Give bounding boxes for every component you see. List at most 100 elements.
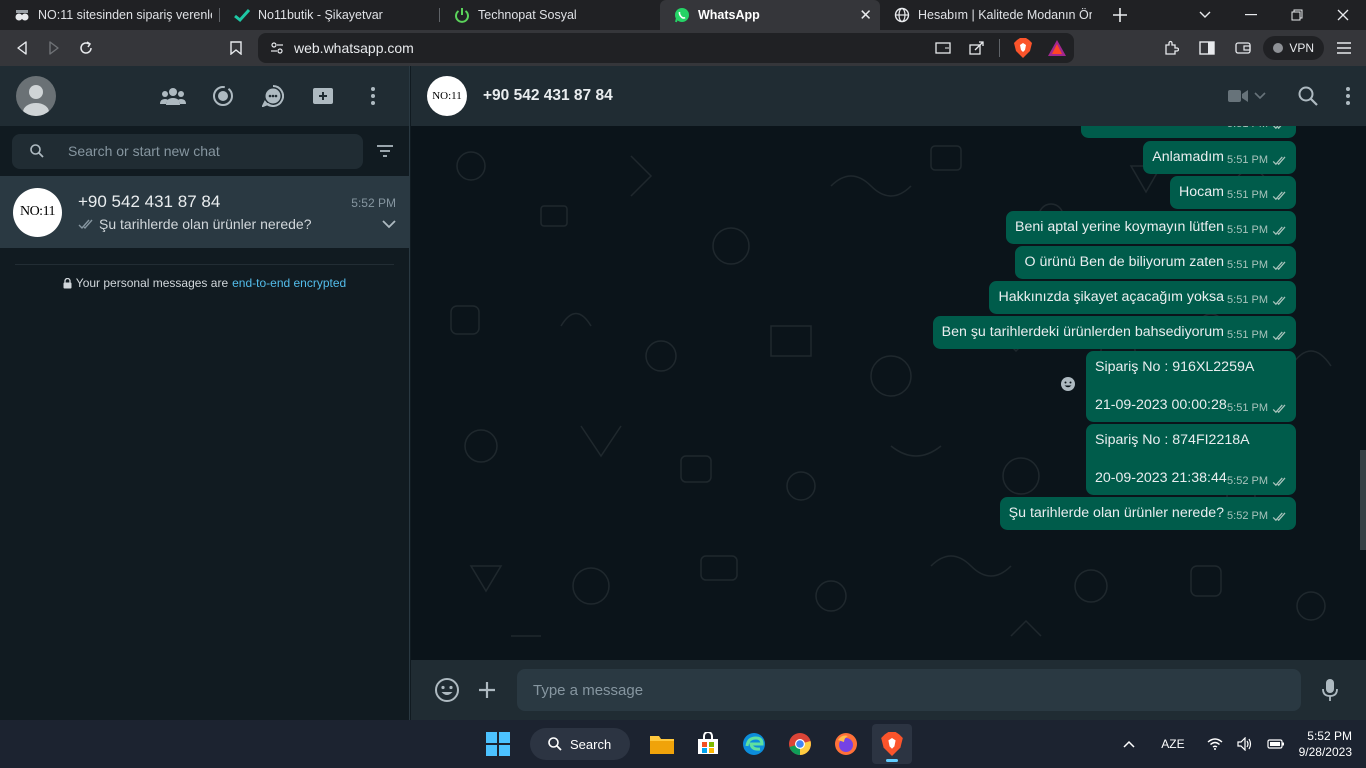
vpn-button[interactable]: VPN bbox=[1263, 36, 1324, 60]
chat-name: +90 542 431 87 84 bbox=[78, 192, 221, 211]
search-input[interactable] bbox=[68, 143, 318, 159]
volume-icon[interactable] bbox=[1237, 737, 1253, 751]
status-icon[interactable] bbox=[203, 76, 243, 116]
chevron-up-icon[interactable] bbox=[1123, 740, 1135, 748]
chat-avatar: NO:11 bbox=[13, 187, 62, 237]
message-text: Hakkınızda şikayet açacağım yoksa bbox=[998, 289, 1224, 305]
search-icon bbox=[548, 737, 562, 751]
double-check-icon bbox=[1272, 330, 1286, 340]
message-bubble-order[interactable]: Sipariş No : 916XL2259A 21-09-2023 00:00… bbox=[1086, 351, 1296, 422]
message-text: Sipariş No : 874FI2218A bbox=[1095, 432, 1250, 448]
brave-shields-icon[interactable] bbox=[1014, 38, 1032, 58]
language-indicator[interactable]: AZE bbox=[1161, 737, 1184, 751]
forward-button[interactable] bbox=[38, 34, 70, 62]
microphone-icon[interactable] bbox=[1310, 670, 1350, 710]
contact-name[interactable]: +90 542 431 87 84 bbox=[483, 87, 613, 105]
channels-icon[interactable] bbox=[253, 76, 293, 116]
double-check-icon bbox=[1272, 260, 1286, 270]
react-emoji-icon[interactable] bbox=[1056, 372, 1080, 396]
new-chat-icon[interactable] bbox=[303, 76, 343, 116]
emoji-icon[interactable] bbox=[427, 670, 467, 710]
sidebar-toggle-icon[interactable] bbox=[1191, 34, 1223, 62]
restore-button[interactable] bbox=[1274, 0, 1320, 30]
chat-list-item[interactable]: NO:11 +90 542 431 87 84 5:52 PM Şu tarih… bbox=[0, 176, 409, 248]
tab-sikayetvar[interactable]: No11butik - Şikayetvar bbox=[220, 0, 440, 30]
message-bubble[interactable]: O ürünü Ben de biliyorum zaten 5:51 PM bbox=[1015, 246, 1296, 279]
message-bubble[interactable]: Beni aptal yerine koymayın lütfen 5:51 P… bbox=[1006, 211, 1296, 244]
tab-whatsapp[interactable]: WhatsApp ✕ bbox=[660, 0, 880, 30]
double-check-icon bbox=[1272, 403, 1286, 413]
tab-hesabim[interactable]: Hesabım | Kalitede Modanın Öncü bbox=[880, 0, 1100, 30]
profile-avatar[interactable] bbox=[16, 76, 56, 116]
message-bubble[interactable]: Hakkınızda şikayet açacağım yoksa 5:51 P… bbox=[989, 281, 1296, 314]
wallet-icon[interactable] bbox=[1227, 34, 1259, 62]
message-text: Sipariş No : 916XL2259A bbox=[1095, 359, 1255, 375]
encryption-notice: Your personal messages are end-to-end en… bbox=[0, 276, 409, 290]
menu-icon[interactable] bbox=[1328, 34, 1360, 62]
no11-favicon bbox=[14, 7, 30, 23]
site-settings-icon[interactable] bbox=[270, 41, 284, 55]
window-controls bbox=[1182, 0, 1366, 30]
power-icon bbox=[454, 7, 470, 23]
search-box[interactable] bbox=[12, 133, 364, 169]
search-messages-icon[interactable] bbox=[1298, 86, 1318, 106]
battery-icon[interactable] bbox=[1267, 738, 1285, 750]
tab-title: No11butik - Şikayetvar bbox=[258, 8, 383, 22]
tab-title: Hesabım | Kalitede Modanın Öncü bbox=[918, 8, 1092, 22]
microsoft-store-icon[interactable] bbox=[688, 724, 728, 764]
message-text: Şu tarihlerde olan ürünler nerede? bbox=[1008, 505, 1224, 521]
extensions-icon[interactable] bbox=[1155, 34, 1187, 62]
message-list: 5:51 PM Anlamadım 5:51 PM Hocam 5:51 PM … bbox=[411, 112, 1366, 660]
message-bubble[interactable]: Hocam 5:51 PM bbox=[1170, 176, 1296, 209]
video-call-icon[interactable] bbox=[1228, 89, 1266, 103]
file-explorer-icon[interactable] bbox=[642, 724, 682, 764]
close-window-button[interactable] bbox=[1320, 0, 1366, 30]
message-composer bbox=[411, 660, 1366, 720]
attach-plus-icon[interactable] bbox=[467, 670, 507, 710]
more-options-icon[interactable] bbox=[353, 76, 393, 116]
close-tab-icon[interactable]: ✕ bbox=[859, 6, 872, 24]
encryption-link[interactable]: end-to-end encrypted bbox=[232, 276, 346, 290]
chevron-down-icon[interactable] bbox=[382, 219, 396, 229]
message-scrollbar[interactable] bbox=[1360, 450, 1366, 550]
taskbar-clock[interactable]: 5:52 PM 9/28/2023 bbox=[1299, 728, 1352, 760]
chat-preview: Şu tarihlerde olan ürünler nerede? bbox=[99, 216, 312, 232]
tab-title: Technopat Sosyal bbox=[478, 8, 577, 22]
tab-no11-orders[interactable]: NO:11 sitesinden sipariş verenler o bbox=[0, 0, 220, 30]
cast-icon[interactable] bbox=[935, 41, 951, 55]
message-bubble[interactable]: Ben şu tarihlerdeki ürünlerden bahsediyo… bbox=[932, 316, 1296, 349]
search-row bbox=[0, 126, 409, 176]
brave-rewards-icon[interactable] bbox=[1048, 40, 1066, 56]
wifi-icon[interactable] bbox=[1207, 738, 1223, 750]
new-tab-button[interactable] bbox=[1100, 0, 1140, 30]
minimize-button[interactable] bbox=[1228, 0, 1274, 30]
communities-icon[interactable] bbox=[153, 76, 193, 116]
tab-title: NO:11 sitesinden sipariş verenler o bbox=[38, 8, 212, 22]
start-button[interactable] bbox=[478, 724, 518, 764]
message-input[interactable] bbox=[517, 669, 1301, 711]
back-button[interactable] bbox=[6, 34, 38, 62]
reload-button[interactable] bbox=[70, 34, 102, 62]
tab-search-chevron-icon[interactable] bbox=[1182, 0, 1228, 30]
edge-icon[interactable] bbox=[734, 724, 774, 764]
system-tray: AZE 5:52 PM 9/28/2023 bbox=[1123, 720, 1352, 768]
message-bubble[interactable]: Şu tarihlerde olan ürünler nerede? 5:52 … bbox=[999, 497, 1296, 530]
share-icon[interactable] bbox=[969, 41, 985, 55]
tab-technopat[interactable]: Technopat Sosyal bbox=[440, 0, 660, 30]
address-bar[interactable]: web.whatsapp.com bbox=[258, 33, 1074, 63]
message-bubble[interactable]: Anlamadım 5:51 PM bbox=[1143, 141, 1296, 174]
message-text: 21-09-2023 00:00:28 bbox=[1095, 397, 1227, 413]
chat-list-header bbox=[0, 66, 409, 126]
conversation-header[interactable]: NO:11 +90 542 431 87 84 bbox=[411, 66, 1366, 126]
taskbar-search[interactable]: Search bbox=[530, 728, 630, 760]
chrome-icon[interactable] bbox=[780, 724, 820, 764]
search-icon bbox=[30, 144, 44, 158]
unread-filter-icon[interactable] bbox=[373, 139, 397, 163]
windows-taskbar: Search AZE 5:52 PM 9/28/2023 bbox=[0, 720, 1366, 768]
brave-browser-icon[interactable] bbox=[872, 724, 912, 764]
firefox-icon[interactable] bbox=[826, 724, 866, 764]
contact-avatar[interactable]: NO:11 bbox=[427, 76, 467, 116]
bookmark-icon[interactable] bbox=[220, 34, 252, 62]
conversation-menu-icon[interactable] bbox=[1346, 87, 1350, 105]
message-bubble-order[interactable]: Sipariş No : 874FI2218A 20-09-2023 21:38… bbox=[1086, 424, 1296, 495]
